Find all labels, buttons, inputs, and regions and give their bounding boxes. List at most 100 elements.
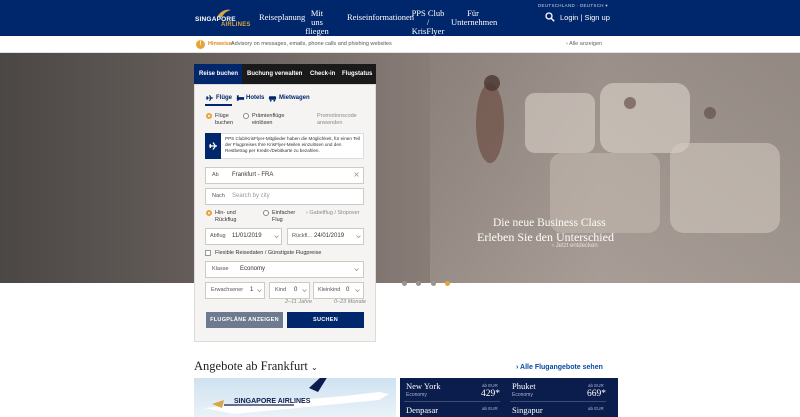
chevron-down-icon <box>257 289 262 293</box>
hero-headline: Die neue Business Class <box>493 217 606 229</box>
plane-icon <box>205 95 214 101</box>
class-value: Economy <box>240 266 266 272</box>
subtab-active-underline <box>205 104 232 106</box>
advisory-text[interactable]: Advisory on messages, emails, phone call… <box>231 41 392 47</box>
offer-class: Economy <box>512 392 533 398</box>
offer-from: ab EUR <box>588 406 604 411</box>
chevron-down-icon <box>302 289 307 293</box>
offers-title[interactable]: Angebote ab Frankfurt ⌄ <box>194 359 318 374</box>
offer-price: 669* <box>587 389 606 399</box>
all-offers-link[interactable]: › Alle Flugangebote sehen <box>516 364 603 371</box>
advisory-bar <box>0 36 800 53</box>
bed-icon <box>236 95 245 101</box>
advisory-show-all-link[interactable]: › Alle anzeigen <box>566 41 602 47</box>
radio-praemienfluege[interactable] <box>243 113 249 119</box>
warning-icon: ! <box>196 40 205 49</box>
label-hin-und-rueckflug: Hin- und Rückflug <box>215 210 237 223</box>
hero-banner[interactable] <box>0 53 800 283</box>
offer-divider <box>510 401 606 402</box>
offer-divider <box>404 401 500 402</box>
infant-label: Kleinkind <box>318 287 341 293</box>
class-label: Klasse <box>212 266 229 272</box>
offer-from: ab EUR <box>482 383 498 388</box>
all-offers-label: Alle Flugangebote sehen <box>520 364 603 371</box>
gabelflug-link[interactable]: › Gabelflug / Stopover <box>306 210 360 217</box>
class-select[interactable] <box>205 261 364 278</box>
clear-icon[interactable] <box>354 172 359 177</box>
chevron-down-icon: ⌄ <box>310 363 318 372</box>
return-label: Rückfl... <box>292 233 312 239</box>
subtab-fluege[interactable]: Flüge <box>216 95 232 101</box>
from-field[interactable] <box>205 167 364 184</box>
chevron-down-icon <box>274 235 279 239</box>
search-icon[interactable] <box>545 12 555 22</box>
subtab-hotels[interactable]: Hotels <box>246 95 264 101</box>
radio-hin-und-rueckflug[interactable] <box>206 210 212 216</box>
carousel-dot-1[interactable] <box>402 281 407 286</box>
offer-image[interactable]: SINGAPORE AIRLINES <box>194 378 396 417</box>
business-class-cabin-image <box>430 53 800 283</box>
depart-label: Abflug <box>210 233 226 239</box>
brand-name-airlines: AIRLINES <box>221 22 251 28</box>
flexible-dates-checkbox[interactable] <box>205 250 211 256</box>
to-field[interactable] <box>205 188 364 205</box>
tab-check-in[interactable]: Check-in <box>310 71 335 77</box>
return-value: 24/01/2019 <box>314 233 345 239</box>
offers-title-text: Angebote ab Frankfurt <box>194 359 308 373</box>
login-signup-link[interactable]: Login | Sign up <box>560 13 610 22</box>
promo-code-link[interactable]: Promotionscode anwenden <box>317 113 357 127</box>
nav-mit-uns-fliegen[interactable]: Mit uns fliegen <box>303 9 331 36</box>
label-fluege-buchen: Flüge buchen <box>215 113 234 126</box>
car-icon <box>268 96 277 102</box>
tab-flugstatus[interactable]: Flugstatus <box>342 71 372 77</box>
carousel-dot-2[interactable] <box>416 281 422 286</box>
child-label: Kind <box>275 287 287 293</box>
chevron-down-icon <box>356 235 361 239</box>
offer-class: Economy <box>406 392 427 398</box>
carousel-dot-3[interactable] <box>430 281 436 286</box>
nav-reiseplanung[interactable]: Reiseplanung <box>259 13 305 22</box>
radio-fluege-buchen[interactable] <box>206 113 212 119</box>
show-schedule-button[interactable]: FLUGPLÄNE ANZEIGEN <box>206 312 283 328</box>
flexible-dates-label: Flexible Reisedaten / Günstigste Flugpre… <box>215 250 322 256</box>
hero-discover-link[interactable]: › Jetzt entdecken <box>552 243 598 249</box>
plane-icon <box>209 142 217 150</box>
radio-einfacher-flug[interactable] <box>263 210 269 216</box>
singapore-airlines-logo[interactable]: SINGAPORE AIRLINES <box>195 8 253 29</box>
nav-fuer-unternehmen[interactable]: Für Unternehmen <box>451 9 497 27</box>
info-text: PPS Club/KrisFlyer-Mitglieder haben die … <box>225 136 360 153</box>
gabelflug-label: Gabelflug / Stopover <box>309 210 360 216</box>
advisory-show-all-label: Alle anzeigen <box>569 41 603 47</box>
language-selector[interactable]: DEUTSCHLAND · DEUTSCH ▾ <box>538 3 608 9</box>
offer-city: Phuket <box>512 381 536 391</box>
advisory-label: Hinweise: <box>208 41 234 47</box>
info-box-accent <box>205 133 221 159</box>
from-value: Frankfurt - FRA <box>232 172 274 178</box>
carousel-dot-4[interactable] <box>445 281 451 286</box>
hero-discover-label: Jetzt entdecken <box>555 243 598 249</box>
child-value: 0 <box>294 287 298 293</box>
aircraft-image: SINGAPORE AIRLINES <box>204 378 389 414</box>
infant-value: 0 <box>346 287 350 293</box>
offer-price: 429* <box>481 389 500 399</box>
from-label: Ab <box>212 172 219 178</box>
search-button[interactable]: SUCHEN <box>287 312 364 328</box>
label-einfacher-flug: Einfacher Flug <box>272 210 296 223</box>
nav-reiseinformationen[interactable]: Reiseinformationen <box>347 13 414 22</box>
chevron-down-icon <box>355 289 360 293</box>
depart-value: 11/01/2019 <box>232 233 262 239</box>
offer-city: New York <box>406 381 441 391</box>
adults-label: Erwachsener <box>211 287 244 293</box>
carousel-dots <box>402 273 455 291</box>
nav-pps-club-krisflyer[interactable]: PPS Club / KrisFlyer <box>410 9 446 36</box>
subtab-mietwagen[interactable]: Mietwagen <box>279 95 310 101</box>
tab-reise-buchen[interactable]: Reise buchen <box>199 71 238 77</box>
offer-from: ab EUR <box>588 383 604 388</box>
tab-buchung-verwalten[interactable]: Buchung verwalten <box>247 71 302 77</box>
svg-text:SINGAPORE AIRLINES: SINGAPORE AIRLINES <box>234 398 311 405</box>
chevron-down-icon <box>354 268 359 272</box>
child-age-hint: 2–11 Jahre <box>285 299 313 305</box>
to-placeholder: Search by city <box>232 193 270 199</box>
infant-age-hint: 0–23 Monate <box>334 299 367 305</box>
offer-city: Denpasar <box>406 405 439 415</box>
